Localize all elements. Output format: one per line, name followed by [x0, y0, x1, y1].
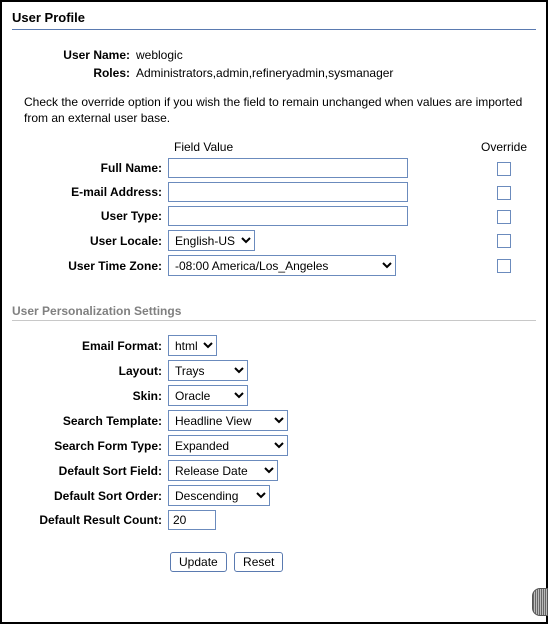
layout-select[interactable]: Trays: [168, 360, 248, 381]
user-type-input[interactable]: [168, 206, 408, 226]
roles-label: Roles:: [12, 66, 136, 80]
reset-button[interactable]: Reset: [234, 552, 283, 572]
skin-select[interactable]: Oracle: [168, 385, 248, 406]
user-timezone-override-checkbox[interactable]: [497, 259, 511, 273]
full-name-override-checkbox[interactable]: [497, 162, 511, 176]
override-instructions: Check the override option if you wish th…: [24, 94, 532, 126]
search-template-select[interactable]: Headline View: [168, 410, 288, 431]
username-value: weblogic: [136, 48, 536, 62]
skin-label: Skin:: [12, 389, 168, 403]
email-format-select[interactable]: html: [168, 335, 217, 356]
search-template-label: Search Template:: [12, 414, 168, 428]
search-form-type-select[interactable]: Expanded: [168, 435, 288, 456]
user-locale-label: User Locale:: [12, 234, 168, 248]
field-value-header: Field Value: [168, 140, 472, 154]
field-header-row: Field Value Override: [12, 140, 536, 154]
default-sort-field-select[interactable]: Release Date: [168, 460, 278, 481]
default-sort-order-label: Default Sort Order:: [12, 489, 168, 503]
user-timezone-label: User Time Zone:: [12, 259, 168, 273]
email-format-label: Email Format:: [12, 339, 168, 353]
roles-value: Administrators,admin,refineryadmin,sysma…: [136, 66, 536, 80]
default-result-count-input[interactable]: [168, 510, 216, 530]
user-info-block: User Name: weblogic Roles: Administrator…: [12, 48, 536, 80]
email-label: E-mail Address:: [12, 185, 168, 199]
default-result-count-label: Default Result Count:: [12, 513, 168, 527]
layout-label: Layout:: [12, 364, 168, 378]
user-locale-override-checkbox[interactable]: [497, 234, 511, 248]
title-divider: [12, 29, 536, 30]
email-input[interactable]: [168, 182, 408, 202]
email-override-checkbox[interactable]: [497, 186, 511, 200]
full-name-label: Full Name:: [12, 161, 168, 175]
default-sort-order-select[interactable]: Descending: [168, 485, 270, 506]
personalization-divider: [12, 320, 536, 321]
user-locale-select[interactable]: English-US: [168, 230, 255, 251]
override-header: Override: [472, 140, 536, 154]
user-type-override-checkbox[interactable]: [497, 210, 511, 224]
full-name-input[interactable]: [168, 158, 408, 178]
update-button[interactable]: Update: [170, 552, 227, 572]
search-form-type-label: Search Form Type:: [12, 439, 168, 453]
user-timezone-select[interactable]: -08:00 America/Los_Angeles: [168, 255, 396, 276]
personalization-section-title: User Personalization Settings: [12, 304, 536, 320]
page-title: User Profile: [12, 8, 536, 29]
resize-grip-icon[interactable]: [532, 588, 548, 616]
user-profile-window: User Profile User Name: weblogic Roles: …: [0, 0, 548, 624]
username-label: User Name:: [12, 48, 136, 62]
default-sort-field-label: Default Sort Field:: [12, 464, 168, 478]
button-row: Update Reset: [170, 552, 536, 572]
user-type-label: User Type:: [12, 209, 168, 223]
